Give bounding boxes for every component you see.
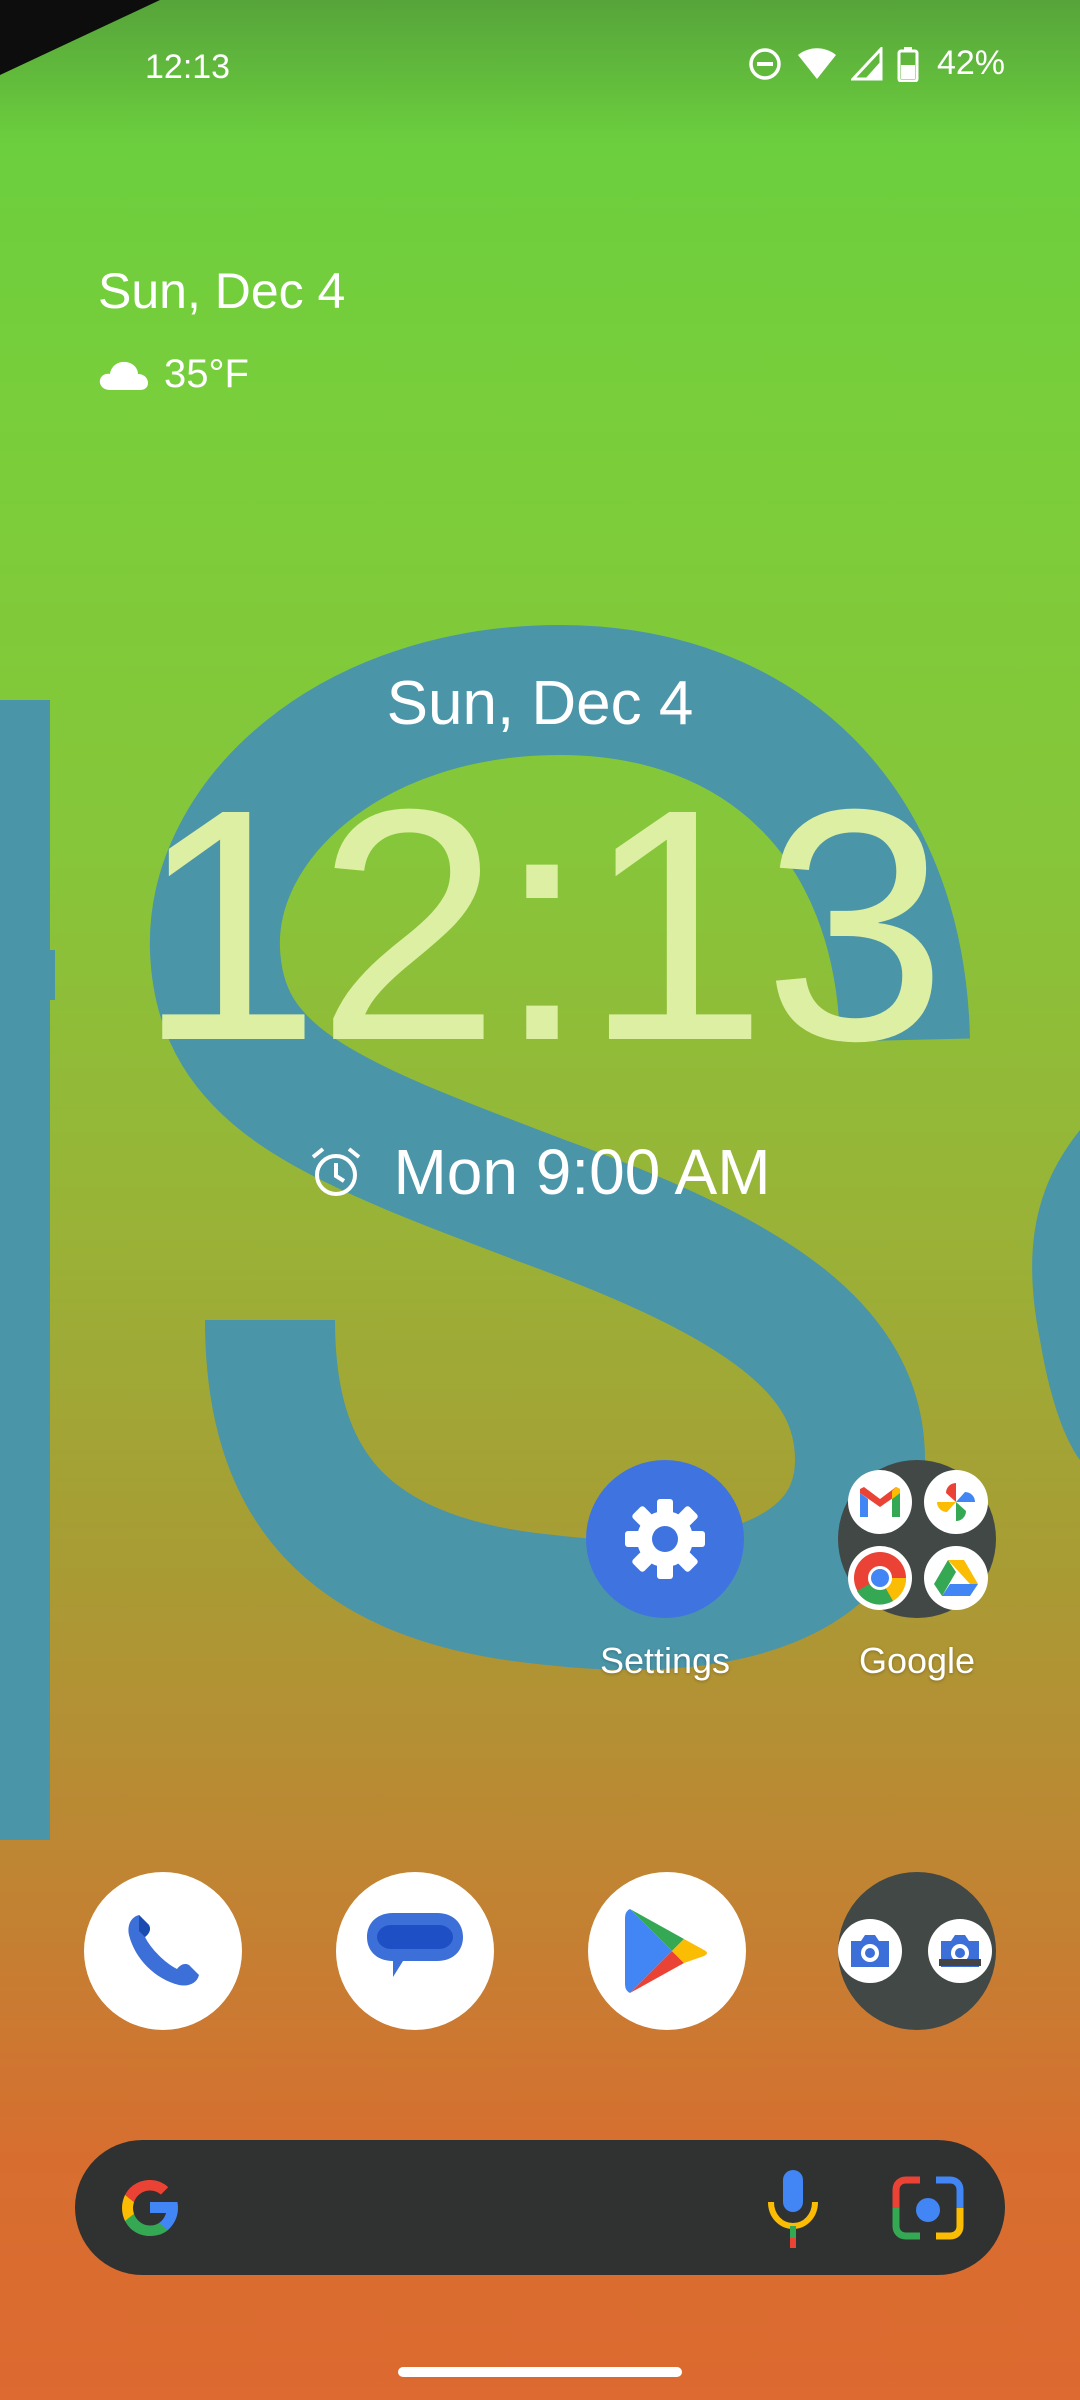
play-store-icon xyxy=(625,1909,707,1993)
battery-icon xyxy=(897,46,919,82)
battery-percent: 42% xyxy=(936,44,1005,82)
gmail-icon xyxy=(848,1470,912,1534)
glance-weather[interactable]: 35°F xyxy=(98,352,249,397)
google-g-icon xyxy=(122,2180,178,2236)
do-not-disturb-icon xyxy=(749,47,781,80)
cloud-icon xyxy=(99,361,148,390)
clock-date: Sun, Dec 4 xyxy=(386,669,694,738)
google-folder[interactable]: Google xyxy=(838,1460,996,1682)
clock-time[interactable]: 12:13 xyxy=(0,760,1080,1090)
camera-mod-icon xyxy=(928,1919,992,1983)
mic-icon[interactable] xyxy=(765,2166,821,2250)
folder-icon xyxy=(838,1460,996,1618)
message-icon xyxy=(367,1913,463,1977)
gear-icon xyxy=(625,1499,705,1579)
next-alarm[interactable]: Mon 9:00 AM xyxy=(0,1135,1080,1209)
glance-date[interactable]: Sun, Dec 4 xyxy=(98,262,345,320)
drive-icon xyxy=(924,1546,988,1610)
play-store-app[interactable] xyxy=(588,1872,746,2030)
google-search-bar[interactable] xyxy=(75,2140,1005,2275)
phone-app[interactable] xyxy=(84,1872,242,2030)
messages-app[interactable] xyxy=(336,1872,494,2030)
status-bar: 12:13 42% xyxy=(0,0,1080,130)
alarm-text: Mon 9:00 AM xyxy=(393,1136,771,1208)
status-time: 12:13 xyxy=(145,48,231,86)
camera-folder[interactable] xyxy=(838,1872,996,2030)
settings-app[interactable]: Settings xyxy=(586,1460,744,1682)
chrome-icon xyxy=(848,1546,912,1610)
settings-icon-bg xyxy=(586,1460,744,1618)
lens-camera-icon[interactable] xyxy=(890,2170,966,2246)
phone-icon xyxy=(128,1915,199,1986)
camera-icon xyxy=(838,1919,902,1983)
alarm-icon xyxy=(312,1147,361,1196)
signal-icon xyxy=(850,46,883,80)
settings-label: Settings xyxy=(599,1640,731,1681)
photos-icon xyxy=(924,1470,988,1534)
google-folder-label: Google xyxy=(858,1640,976,1681)
wifi-icon xyxy=(797,47,836,79)
weather-temp: 35°F xyxy=(164,352,249,396)
gesture-handle[interactable] xyxy=(398,2367,682,2377)
